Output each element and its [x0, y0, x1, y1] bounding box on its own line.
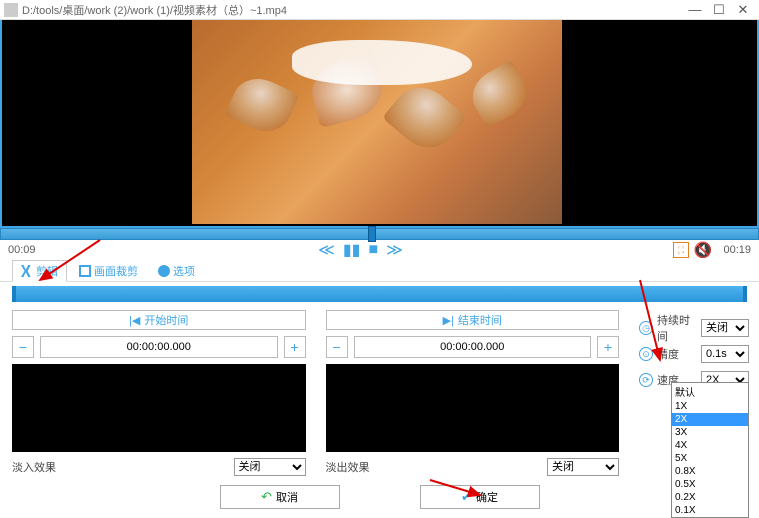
speed-option[interactable]: 4X — [672, 439, 748, 452]
rewind-button[interactable]: ≪ — [318, 240, 335, 260]
tabs: 剪辑 画面裁剪 选项 — [0, 260, 759, 282]
start-preview — [12, 364, 306, 452]
start-minus-button[interactable]: − — [12, 336, 34, 358]
mute-icon[interactable]: 🔇 — [695, 242, 711, 258]
gear-icon — [158, 265, 170, 277]
speed-option[interactable]: 0.5X — [672, 478, 748, 491]
start-marker-icon: |◀ — [129, 314, 140, 327]
speed-option[interactable]: 1X — [672, 400, 748, 413]
video-frame — [192, 20, 562, 224]
undo-icon: ↶ — [261, 489, 272, 505]
fade-in-label: 淡入效果 — [12, 459, 226, 475]
speed-option[interactable]: 0.1X — [672, 504, 748, 517]
total-time: 00:19 — [711, 244, 751, 256]
tab-crop[interactable]: 画面裁剪 — [71, 261, 146, 281]
check-icon: ✔ — [461, 489, 472, 505]
set-end-button[interactable]: ▶|结束时间 — [326, 310, 620, 330]
speed-option[interactable]: 0.2X — [672, 491, 748, 504]
ok-button[interactable]: ✔确定 — [420, 485, 540, 509]
speed-option[interactable]: 3X — [672, 426, 748, 439]
timeline-slider[interactable] — [0, 228, 759, 240]
window-title: D:/tools/桌面/work (2)/work (1)/视频素材（总）~1.… — [22, 2, 287, 18]
cancel-button[interactable]: ↶取消 — [220, 485, 340, 509]
crop-icon — [79, 265, 91, 277]
speed-option[interactable]: 2X — [672, 413, 748, 426]
tab-trim[interactable]: 剪辑 — [12, 260, 67, 282]
stop-button[interactable]: ■ — [368, 241, 378, 259]
snapshot-icon[interactable]: ⛶ — [673, 242, 689, 258]
trim-range-bar[interactable] — [12, 286, 747, 302]
start-time-input[interactable] — [40, 336, 278, 358]
end-plus-button[interactable]: + — [597, 336, 619, 358]
video-preview[interactable] — [0, 20, 759, 228]
dialog-buttons: ↶取消 ✔确定 — [0, 485, 759, 509]
precision-icon: ⊙ — [639, 347, 653, 361]
end-minus-button[interactable]: − — [326, 336, 348, 358]
speed-option[interactable]: 0.8X — [672, 465, 748, 478]
tab-options[interactable]: 选项 — [150, 261, 203, 281]
window-titlebar: D:/tools/桌面/work (2)/work (1)/视频素材（总）~1.… — [0, 0, 759, 20]
speed-dropdown-list[interactable]: 默认1X2X3X4X5X0.8X0.5X0.2X0.1X — [671, 382, 749, 518]
close-button[interactable]: ✕ — [731, 2, 755, 18]
current-time: 00:09 — [8, 244, 48, 256]
app-icon — [4, 3, 18, 17]
speed-icon: ⟳ — [639, 373, 653, 387]
timeline-handle[interactable] — [368, 226, 376, 242]
end-preview — [326, 364, 620, 452]
fade-out-select[interactable]: 关闭 — [547, 458, 619, 476]
clock-icon: ◷ — [639, 321, 653, 335]
speed-option[interactable]: 5X — [672, 452, 748, 465]
set-start-button[interactable]: |◀开始时间 — [12, 310, 306, 330]
pause-button[interactable]: ▮▮ — [343, 240, 361, 260]
end-time-input[interactable] — [354, 336, 592, 358]
transport-bar: 00:09 ≪ ▮▮ ■ ≫ ⛶ 🔇 00:19 — [0, 240, 759, 260]
duration-label: 持续时间 — [657, 312, 697, 344]
maximize-button[interactable]: ☐ — [707, 2, 731, 18]
precision-label: 精度 — [657, 346, 697, 362]
speed-option[interactable]: 默认 — [672, 383, 748, 400]
fade-out-label: 淡出效果 — [326, 459, 540, 475]
end-marker-icon: ▶| — [443, 314, 454, 327]
fade-in-select[interactable]: 关闭 — [234, 458, 306, 476]
end-panel: ▶|结束时间 − + 淡出效果 关闭 — [326, 310, 620, 476]
precision-select[interactable]: 0.1s — [701, 345, 749, 363]
forward-button[interactable]: ≫ — [386, 240, 403, 260]
start-plus-button[interactable]: + — [284, 336, 306, 358]
minimize-button[interactable]: — — [683, 2, 707, 17]
duration-select[interactable]: 关闭 — [701, 319, 749, 337]
start-panel: |◀开始时间 − + 淡入效果 关闭 — [12, 310, 306, 476]
scissors-icon — [21, 265, 33, 277]
